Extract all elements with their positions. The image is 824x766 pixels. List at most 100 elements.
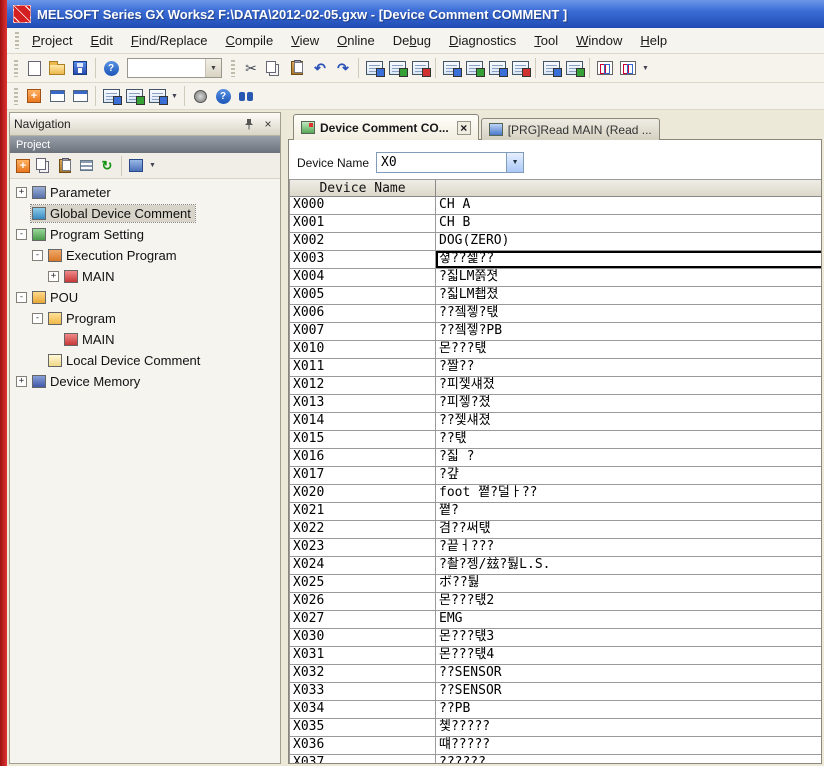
expand-icon[interactable]: +	[48, 271, 59, 282]
new-data-icon[interactable]	[13, 156, 33, 176]
comment-cell[interactable]: ??????	[436, 755, 822, 764]
device-comment-display-icon[interactable]	[363, 57, 385, 79]
comment-cell[interactable]: DOG(ZERO)	[436, 233, 822, 251]
cut-icon[interactable]	[240, 57, 262, 79]
device-memory-edit-icon[interactable]	[123, 85, 145, 107]
device-cell[interactable]: X010	[290, 341, 436, 359]
device-cell[interactable]: X002	[290, 233, 436, 251]
toolbar-grip[interactable]	[14, 60, 18, 77]
tree-item-main[interactable]: +MAIN	[12, 266, 280, 287]
comment-cell[interactable]: 몬???턗2	[436, 593, 822, 611]
expand-icon[interactable]: +	[16, 187, 27, 198]
comment-cell[interactable]: 쪝?	[436, 503, 822, 521]
write-to-plc-icon[interactable]	[463, 57, 485, 79]
read-mode-icon[interactable]	[617, 57, 639, 79]
comment-cell[interactable]: ?촬?젱/玆?퉗L.S.	[436, 557, 822, 575]
device-batch-monitor-icon[interactable]	[540, 57, 562, 79]
comment-cell[interactable]: EMG	[436, 611, 822, 629]
menu-compile[interactable]: Compile	[216, 29, 282, 52]
help-window-icon[interactable]	[212, 85, 234, 107]
comment-cell[interactable]: ?끝ㅓ???	[436, 539, 822, 557]
comment-cell[interactable]: ??젴젷?턗	[436, 305, 822, 323]
comment-cell[interactable]: CH A	[436, 197, 822, 215]
paste-icon[interactable]	[286, 57, 308, 79]
toolbar-grip[interactable]	[14, 88, 18, 105]
device-cell[interactable]: X031	[290, 647, 436, 665]
device-cell[interactable]: X005	[290, 287, 436, 305]
comment-cell[interactable]: 몬???턗	[436, 341, 822, 359]
comment-cell[interactable]: ?걒	[436, 467, 822, 485]
ladder-edit-mode-icon[interactable]	[594, 57, 616, 79]
menu-diagnostics[interactable]: Diagnostics	[440, 29, 525, 52]
comment-cell[interactable]: ??젴젷?PB	[436, 323, 822, 341]
collapse-icon[interactable]: -	[16, 229, 27, 240]
comment-cell[interactable]: ?짤??	[436, 359, 822, 377]
comment-cell[interactable]: ??PB	[436, 701, 822, 719]
statement-display-icon[interactable]	[386, 57, 408, 79]
collapse-icon[interactable]: -	[32, 250, 43, 261]
comment-cell[interactable]: CH B	[436, 215, 822, 233]
menu-debug[interactable]: Debug	[384, 29, 440, 52]
tab-close-icon[interactable]	[457, 121, 471, 135]
docking-window-icon[interactable]	[46, 85, 68, 107]
device-cell[interactable]: X001	[290, 215, 436, 233]
copy-icon[interactable]	[263, 57, 285, 79]
toolbar-search-combo[interactable]	[127, 58, 222, 78]
device-cell[interactable]: X012	[290, 377, 436, 395]
device-cell[interactable]: X022	[290, 521, 436, 539]
device-name-combo[interactable]: X0	[376, 152, 524, 173]
comment-cell[interactable]: 몬???턗4	[436, 647, 822, 665]
project-filter-icon[interactable]	[126, 156, 146, 176]
device-cell[interactable]: X006	[290, 305, 436, 323]
menu-project[interactable]: Project	[23, 29, 81, 52]
menu-help[interactable]: Help	[631, 29, 676, 52]
comment-cell[interactable]: ??SENSOR	[436, 665, 822, 683]
copy-data-icon[interactable]	[34, 156, 54, 176]
device-cell[interactable]: X011	[290, 359, 436, 377]
device-cell[interactable]: X037	[290, 755, 436, 764]
device-cell[interactable]: X004	[290, 269, 436, 287]
collapse-icon[interactable]: -	[32, 313, 43, 324]
entry-data-monitor-icon[interactable]	[563, 57, 585, 79]
comment-cell[interactable]: 겸??써턗	[436, 521, 822, 539]
read-from-plc-icon[interactable]	[440, 57, 462, 79]
tree-item-device-memory[interactable]: +Device Memory	[12, 371, 280, 392]
redo-icon[interactable]	[332, 57, 354, 79]
monitor-dropdown-icon[interactable]	[169, 86, 180, 106]
device-cell[interactable]: X024	[290, 557, 436, 575]
comment-cell[interactable]: ??젳섀졌	[436, 413, 822, 431]
menu-online[interactable]: Online	[328, 29, 384, 52]
device-comment-edit-icon[interactable]	[100, 85, 122, 107]
device-cell[interactable]: X015	[290, 431, 436, 449]
start-monitor-icon[interactable]	[486, 57, 508, 79]
sort-icon[interactable]	[76, 156, 96, 176]
tree-item-local-device-comment[interactable]: Local Device Comment	[12, 350, 280, 371]
device-cell[interactable]: X014	[290, 413, 436, 431]
device-cell[interactable]: X036	[290, 737, 436, 755]
device-cell[interactable]: X007	[290, 323, 436, 341]
device-monitor-icon[interactable]	[146, 85, 168, 107]
menubar-grip[interactable]	[15, 32, 19, 49]
comment-cell[interactable]: 졓??젩??	[436, 251, 822, 269]
tree-item-program[interactable]: -Program	[12, 308, 280, 329]
device-cell[interactable]: X026	[290, 593, 436, 611]
device-cell[interactable]: X023	[290, 539, 436, 557]
device-cell[interactable]: X033	[290, 683, 436, 701]
menu-window[interactable]: Window	[567, 29, 631, 52]
tree-item-main[interactable]: MAIN	[12, 329, 280, 350]
options-icon[interactable]	[189, 85, 211, 107]
panel-splitter[interactable]	[281, 112, 288, 764]
expand-icon[interactable]: +	[16, 376, 27, 387]
device-cell[interactable]: X016	[290, 449, 436, 467]
comment-cell[interactable]: 촃?????	[436, 719, 822, 737]
paste-data-icon[interactable]	[55, 156, 75, 176]
device-cell[interactable]: X000	[290, 197, 436, 215]
menu-edit[interactable]: Edit	[81, 29, 121, 52]
tree-item-parameter[interactable]: +Parameter	[12, 182, 280, 203]
comment-cell[interactable]: ?짋 ?	[436, 449, 822, 467]
stop-monitor-icon[interactable]	[509, 57, 531, 79]
pin-icon[interactable]	[241, 117, 257, 132]
comment-cell[interactable]: ?짋LM쵑졌	[436, 287, 822, 305]
note-display-icon[interactable]	[409, 57, 431, 79]
device-cell[interactable]: X025	[290, 575, 436, 593]
